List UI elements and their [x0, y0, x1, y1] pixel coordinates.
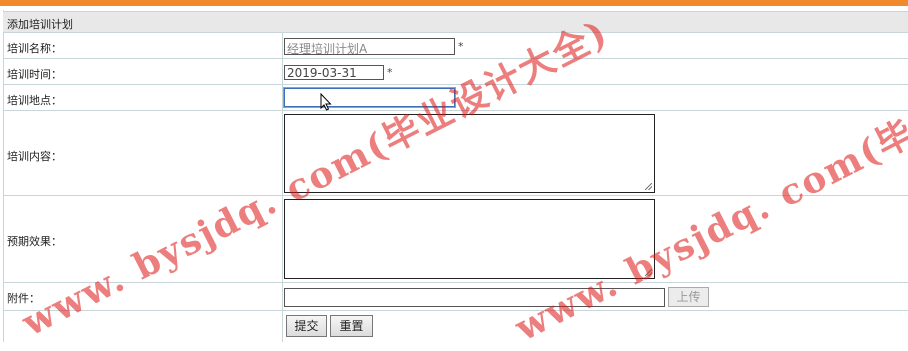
effect-label: 预期效果：: [7, 235, 62, 248]
date-required-mark: *: [387, 66, 393, 79]
form-header: 添加培训计划: [3, 11, 908, 33]
resize-grip-icon[interactable]: [645, 269, 652, 276]
date-label: 培训时间：: [7, 68, 62, 81]
name-label: 培训名称：: [7, 42, 62, 55]
row-location: 培训地点：: [3, 85, 908, 111]
name-required-mark: *: [458, 40, 464, 53]
expected-effect-textarea[interactable]: [284, 199, 655, 279]
attachment-path-input[interactable]: [284, 288, 665, 307]
mouse-cursor-icon: [320, 93, 332, 111]
content-label: 培训内容：: [7, 150, 62, 163]
submit-button[interactable]: 提交: [286, 315, 327, 337]
row-date: 培训时间：: [3, 59, 908, 85]
resize-grip-icon[interactable]: [645, 183, 652, 190]
row-name: 培训名称：: [3, 33, 908, 59]
attachment-label: 附件：: [7, 292, 40, 305]
training-content-textarea[interactable]: [284, 114, 655, 193]
upload-button[interactable]: 上传: [668, 287, 709, 307]
training-location-input[interactable]: [284, 88, 455, 107]
training-name-input[interactable]: 经理培训计划A: [284, 38, 455, 55]
reset-button[interactable]: 重置: [330, 315, 373, 337]
row-actions: [3, 311, 908, 342]
top-accent-bar: [0, 0, 908, 6]
location-label: 培训地点：: [7, 94, 62, 107]
form-title: 添加培训计划: [7, 18, 73, 31]
training-date-input[interactable]: 2019-03-31: [284, 65, 384, 80]
